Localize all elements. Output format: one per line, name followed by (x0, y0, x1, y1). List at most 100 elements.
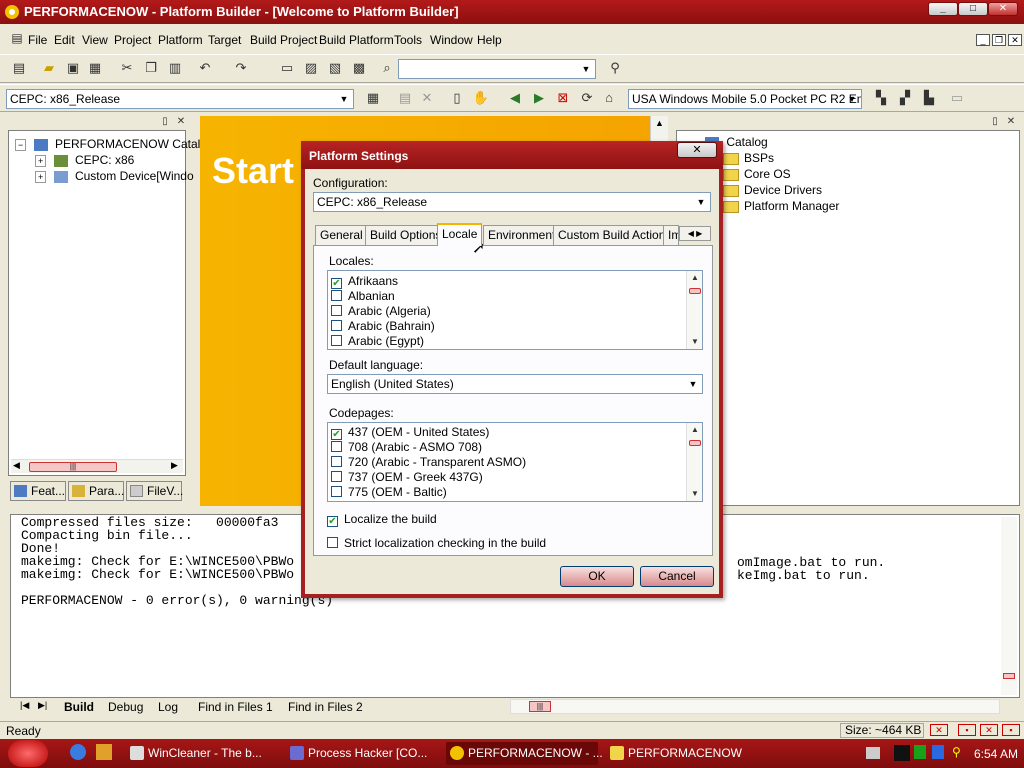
scroll-thumb[interactable]: ||| (29, 462, 117, 472)
tab-find-in-files-1[interactable]: Find in Files 1 (198, 700, 273, 714)
tab-custom-build-actions[interactable]: Custom Build Actions (553, 225, 677, 245)
menu-window[interactable]: Window (430, 33, 473, 47)
scroll-thumb[interactable] (689, 288, 701, 294)
codepages-scrollbar[interactable]: ▲ ▼ (686, 423, 702, 501)
ok-button[interactable]: OK (560, 566, 634, 587)
checkbox[interactable] (331, 335, 342, 346)
tree-item-cepc[interactable]: + CEPC: x86 (35, 153, 134, 167)
open-folder-icon[interactable]: ▰ (40, 59, 58, 77)
save-icon[interactable]: ▣ (64, 59, 82, 77)
checkbox-checked[interactable]: ✔ (331, 429, 342, 440)
ie-icon[interactable] (70, 744, 86, 760)
scroll-left-icon[interactable]: ◀ (13, 460, 20, 471)
scroll-down-icon[interactable]: ▼ (688, 488, 702, 500)
checkbox-checked[interactable]: ✔ (327, 516, 338, 527)
default-language-select[interactable]: English (United States) ▼ (327, 374, 703, 394)
output-icon[interactable]: ▧ (326, 59, 344, 77)
locale-item[interactable]: Arabic (Bahrain) (331, 319, 435, 334)
menu-build-platform[interactable]: Build Platform (319, 33, 394, 47)
tab-build[interactable]: Build (64, 700, 94, 714)
chevron-down-icon[interactable]: ▼ (694, 194, 708, 210)
tab-file-view[interactable]: FileV... (126, 481, 183, 501)
tray-network-icon[interactable] (914, 745, 926, 759)
tab-feature-view[interactable]: Feat... (10, 481, 66, 501)
scroll-thumb[interactable] (1003, 673, 1015, 679)
start-button[interactable] (8, 740, 48, 767)
disconnect-icon[interactable]: ▙ (920, 89, 938, 107)
localize-build-checkbox[interactable]: ✔ Localize the build (327, 512, 437, 527)
pin-icon[interactable]: ▯ (158, 113, 172, 131)
scroll-first-icon[interactable]: |◀ (20, 700, 29, 711)
task-platform-builder[interactable]: PERFORMACENOW - ... (446, 742, 603, 765)
forward-icon[interactable]: ▶ (530, 89, 548, 107)
tree-item-root[interactable]: − PERFORMACENOW Catal (15, 137, 200, 151)
task-process-hacker[interactable]: Process Hacker [CO... (286, 742, 436, 765)
tree-item-custom-device[interactable]: + Custom Device[Windo (35, 169, 194, 183)
codepage-item[interactable]: 720 (Arabic - Transparent ASMO) (331, 455, 526, 470)
checkbox[interactable] (331, 305, 342, 316)
find-in-files-icon[interactable]: ⌕ (378, 59, 396, 77)
workspace-icon[interactable]: ▨ (302, 59, 320, 77)
configuration-select[interactable]: CEPC: x86_Release ▼ (313, 192, 711, 212)
catalog-item-bsps[interactable]: BSPs (723, 151, 774, 165)
menu-project[interactable]: Project (114, 33, 151, 47)
close-icon[interactable]: ✕ (174, 113, 188, 131)
close-icon[interactable]: ✕ (1004, 113, 1018, 131)
scroll-thumb[interactable] (689, 440, 701, 446)
scroll-last-icon[interactable]: ▶| (38, 700, 47, 711)
configuration-combo[interactable]: CEPC: x86_Release ▼ (6, 89, 354, 109)
menu-build-project[interactable]: Build Project (250, 33, 317, 47)
task-wincleaner[interactable]: WinCleaner - The b... (126, 742, 276, 765)
tab-locale[interactable]: Locale (437, 223, 483, 246)
paste-icon[interactable]: ▥ (166, 59, 184, 77)
tab-environment[interactable]: Environment (483, 225, 561, 245)
locales-scrollbar[interactable]: ▲ ▼ (686, 271, 702, 349)
tab-debug[interactable]: Debug (108, 700, 143, 714)
checkbox[interactable] (331, 320, 342, 331)
tray-search-icon[interactable]: ⚲ (952, 745, 966, 759)
chevron-down-icon[interactable]: ▼ (579, 61, 593, 77)
cancel-button[interactable]: Cancel (640, 566, 714, 587)
catalog-item-core-os[interactable]: Core OS (723, 167, 791, 181)
checkbox[interactable] (327, 537, 338, 548)
find-icon[interactable]: ⚲ (606, 59, 624, 77)
output-horizontal-scrollbar[interactable]: ||| (510, 699, 1000, 714)
close-window-button[interactable]: ✕ (988, 2, 1018, 16)
menu-target[interactable]: Target (208, 33, 241, 47)
stop-build-icon[interactable]: ✕ (418, 89, 436, 107)
scroll-down-icon[interactable]: ▼ (688, 336, 702, 348)
checkbox[interactable] (331, 441, 342, 452)
dialog-close-button[interactable]: ✕ (677, 142, 717, 158)
output-vertical-scrollbar[interactable] (1001, 517, 1017, 695)
find-combo[interactable]: ▼ (398, 59, 596, 79)
task-performacenow-folder[interactable]: PERFORMACENOW (606, 742, 756, 765)
menu-edit[interactable]: Edit (54, 33, 75, 47)
tab-build-options[interactable]: Build Options (365, 225, 447, 245)
mdi-close-button[interactable]: ✕ (1008, 34, 1022, 46)
cut-icon[interactable]: ✂ (118, 59, 136, 77)
scroll-up-icon[interactable]: ▲ (655, 118, 664, 128)
mdi-restore-button[interactable]: ❐ (992, 34, 1006, 46)
build-icon[interactable]: ▦ (364, 89, 382, 107)
connect-icon[interactable]: ▞ (896, 89, 914, 107)
menu-platform[interactable]: Platform (158, 33, 203, 47)
sdk-combo[interactable]: USA Windows Mobile 5.0 Pocket PC R2 Em ▼ (628, 89, 862, 109)
stop-icon[interactable]: ⊠ (554, 89, 572, 107)
hand-icon[interactable]: ✋ (472, 89, 490, 107)
back-icon[interactable]: ◀ (506, 89, 524, 107)
checkbox[interactable] (331, 471, 342, 482)
locale-item[interactable]: Arabic (Algeria) (331, 304, 431, 319)
scroll-up-icon[interactable]: ▲ (688, 424, 702, 436)
checkbox[interactable] (331, 456, 342, 467)
menu-help[interactable]: Help (477, 33, 502, 47)
tab-parameter-view[interactable]: Para... (68, 481, 124, 501)
locale-item[interactable]: Arabic (Egypt) (331, 334, 424, 349)
copy-icon[interactable]: ❐ (142, 59, 160, 77)
codepage-item[interactable]: 708 (Arabic - ASMO 708) (331, 440, 482, 455)
windows-list-icon[interactable]: ▩ (350, 59, 368, 77)
pin-icon[interactable]: ▯ (988, 113, 1002, 131)
window-icon[interactable]: ▭ (278, 59, 296, 77)
scroll-thumb[interactable]: ||| (529, 701, 551, 712)
menu-view[interactable]: View (82, 33, 108, 47)
save-all-icon[interactable]: ▦ (86, 59, 104, 77)
